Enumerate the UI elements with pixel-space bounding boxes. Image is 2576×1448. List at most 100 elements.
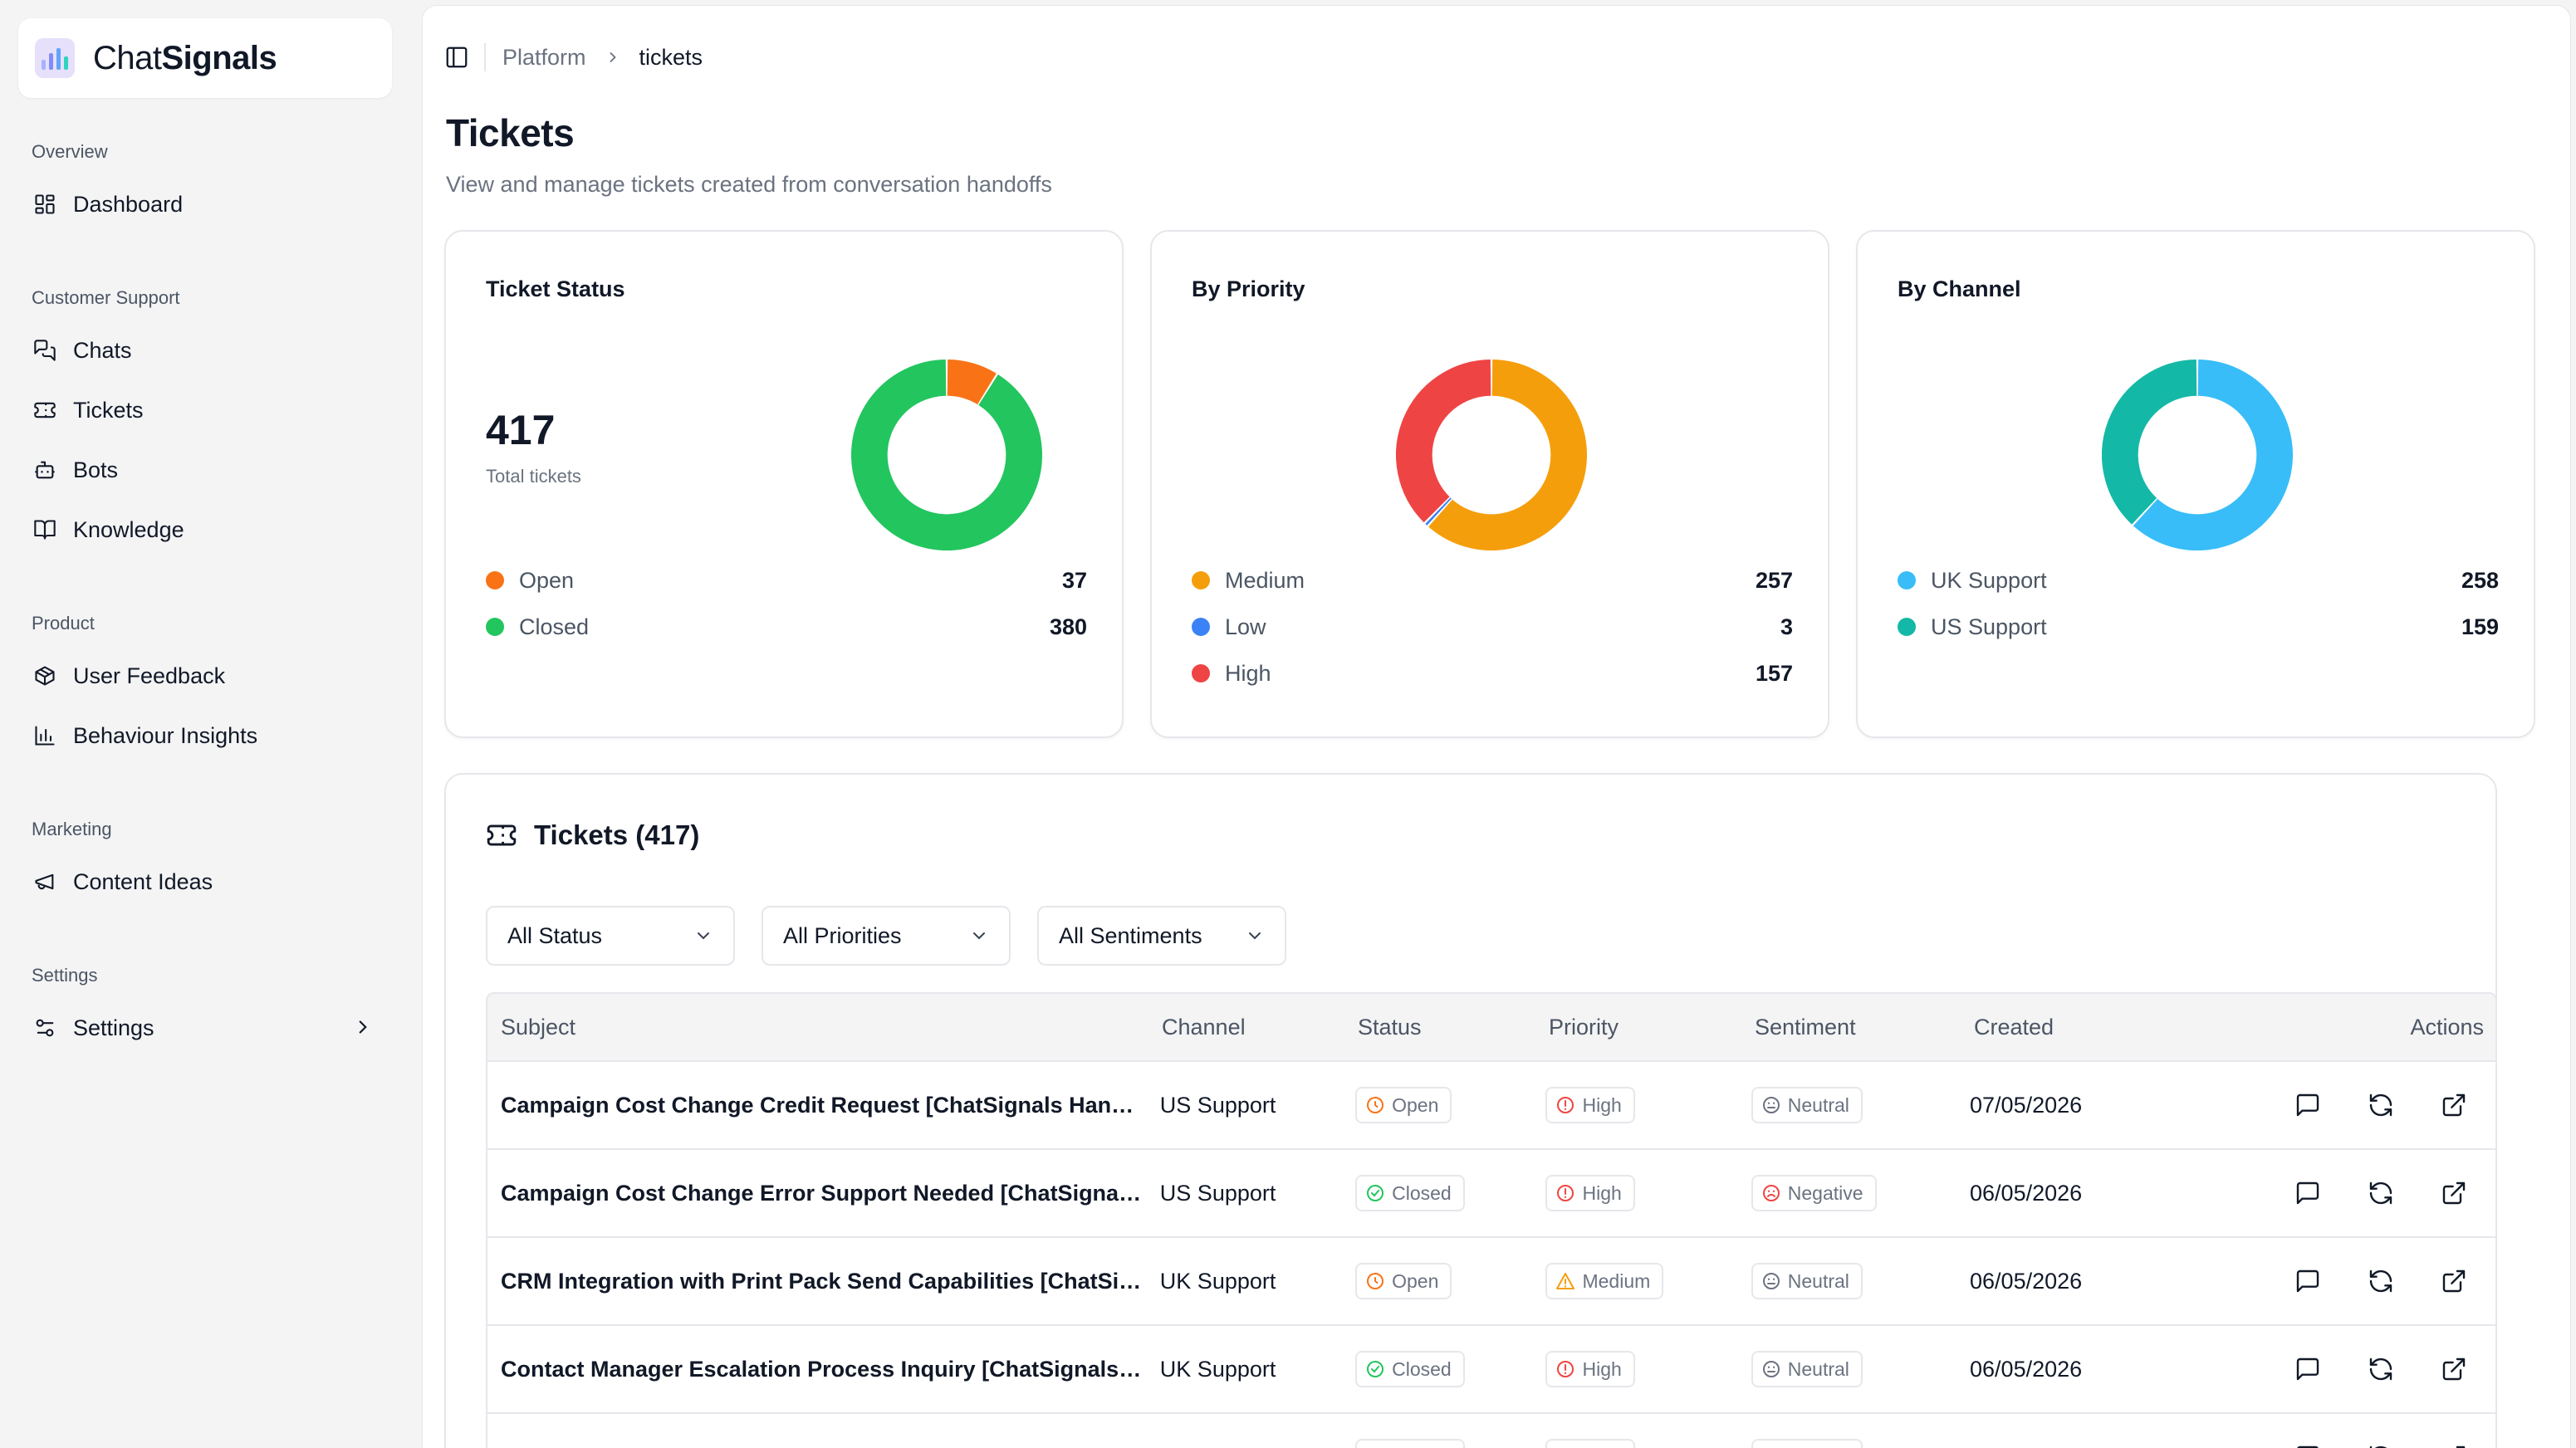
channel-donut-chart [2102,360,2293,550]
column-sentiment[interactable]: Sentiment [1755,1015,1974,1040]
legend-value: 258 [2461,567,2499,593]
open-external-button[interactable] [2427,1343,2481,1396]
sidebar-item-chats[interactable]: Chats [32,327,389,374]
ticket-status: Closed [1355,1351,1545,1387]
legend-dot [486,571,504,589]
card-title: By Priority [1192,276,1305,301]
sync-button[interactable] [2354,1167,2407,1220]
sidebar-item-behaviour-insights[interactable]: Behaviour Insights [32,712,389,759]
topbar: Platform tickets [444,41,703,74]
view-conversation-button[interactable] [2281,1343,2334,1396]
column-created[interactable]: Created [1974,1015,2266,1040]
chevron-right-icon [605,49,621,66]
ticket-status: Open [1355,1087,1545,1123]
table-row[interactable]: Campaign Cost Change Error Support Neede… [487,1150,2495,1238]
column-priority[interactable]: Priority [1549,1015,1755,1040]
table-row[interactable]: Campaign Cost Change Credit Request [Cha… [487,1062,2495,1150]
ticket-subject[interactable]: Contact Manager Escalation Process Inqui… [487,1357,1160,1382]
legend-label: Closed [519,614,590,639]
alert-circle-icon [1555,1359,1582,1379]
sidebar-toggle-icon[interactable] [444,45,469,70]
ticket-subject[interactable]: Campaign Cost Change Error Support Neede… [487,1181,1160,1206]
breadcrumb-platform[interactable]: Platform [502,45,586,71]
section-settings: Settings [32,965,98,986]
ticket-subject[interactable]: CRM Integration with Print Pack Send Cap… [487,1269,1160,1294]
ticket-subject[interactable]: Invoice payment method exception request… [487,1445,1160,1448]
column-subject[interactable]: Subject [487,1015,1162,1040]
brand[interactable]: ChatSignals [18,18,392,98]
legend-dot [486,618,504,636]
check-circle-icon [1365,1359,1392,1379]
sidebar-item-bots[interactable]: Bots [32,447,389,493]
view-conversation-button[interactable] [2281,1255,2334,1308]
donut-slice-open [946,360,997,405]
external-link-icon [2442,1093,2466,1117]
sync-button[interactable] [2354,1255,2407,1308]
ticket-actions [2261,1343,2495,1396]
view-conversation-button[interactable] [2281,1079,2334,1132]
status-badge-label: Closed [1392,1181,1452,1204]
ticket-channel: UK Support [1159,1268,1276,1294]
ticket-priority: High [1545,1351,1751,1387]
sync-button[interactable] [2354,1079,2407,1132]
open-external-button[interactable] [2427,1431,2481,1448]
legend-dot [1192,664,1210,682]
ticket-priority: High [1545,1087,1751,1123]
sidebar-item-content-ideas[interactable]: Content Ideas [32,859,389,905]
legend-value: 159 [2461,614,2499,639]
ticket-actions [2261,1079,2495,1132]
refresh-icon [2369,1446,2387,1448]
priority-filter[interactable]: All Priorities [762,906,1011,966]
external-link-icon [2442,1181,2466,1205]
sync-button[interactable] [2354,1343,2407,1396]
view-conversation-button[interactable] [2281,1431,2334,1448]
open-external-button[interactable] [2427,1079,2481,1132]
ticket-sentiment: Neutral [1751,1087,1970,1123]
check-circle-icon [1365,1183,1392,1203]
ticket-created: 06/05/2026 [1970,1356,2083,1382]
legend-uk-support: UK Support 258 [1898,564,2499,597]
status-filter[interactable]: All Status [486,906,735,966]
table-row[interactable]: Contact Manager Escalation Process Inqui… [487,1326,2495,1414]
open-external-button[interactable] [2427,1255,2481,1308]
column-channel[interactable]: Channel [1162,1015,1358,1040]
grid-icon [32,191,58,218]
sentiment-filter[interactable]: All Sentiments [1037,906,1286,966]
status-badge-label: Open [1392,1093,1439,1116]
open-external-button[interactable] [2427,1167,2481,1220]
priority-badge-label: High [1582,1181,1622,1204]
column-status[interactable]: Status [1358,1015,1549,1040]
sidebar-item-knowledge[interactable]: Knowledge [32,506,389,553]
sidebar-item-settings[interactable]: Settings [32,1005,389,1051]
ticket-channel: UK Support [1159,1356,1276,1382]
view-conversation-button[interactable] [2281,1167,2334,1220]
priority-badge: High [1545,1175,1635,1211]
table-row[interactable]: CRM Integration with Print Pack Send Cap… [487,1238,2495,1326]
sidebar-item-dashboard[interactable]: Dashboard [32,181,389,227]
table-body: Campaign Cost Change Credit Request [Cha… [487,1062,2495,1448]
neutral-face-icon [1761,1095,1788,1115]
sentiment-badge-label: Neutral [1787,1093,1849,1116]
brand-logo [35,38,75,78]
total-tickets-label: Total tickets [486,466,581,487]
priority-donut-chart [1396,360,1587,550]
sidebar-item-user-feedback[interactable]: User Feedback [32,653,389,699]
alert-triangle-icon [1555,1271,1582,1291]
ticket-created: 07/05/2026 [1970,1092,2083,1118]
ticket-sentiment: Neutral [1751,1263,1970,1299]
bot-icon [32,457,58,483]
sync-button[interactable] [2354,1431,2407,1448]
sidebar-item-label: Dashboard [73,191,184,217]
message-square-icon [2296,1358,2319,1381]
sidebar-item-tickets[interactable]: Tickets [32,387,389,433]
ticket-subject[interactable]: Campaign Cost Change Credit Request [Cha… [487,1093,1160,1118]
donut-slice-closed [851,360,1042,550]
tickets-heading: Tickets (417) [486,819,699,851]
sidebar-item-label: Tickets [73,397,144,423]
sentiment-badge-label: Neutral [1787,1358,1849,1380]
chats-icon [32,337,58,364]
sidebar-item-label: Bots [73,457,119,482]
table-row[interactable]: Invoice payment method exception request… [487,1414,2495,1448]
status-badge: Open [1355,1263,1452,1299]
sidebar-item-label: Behaviour Insights [73,722,258,748]
